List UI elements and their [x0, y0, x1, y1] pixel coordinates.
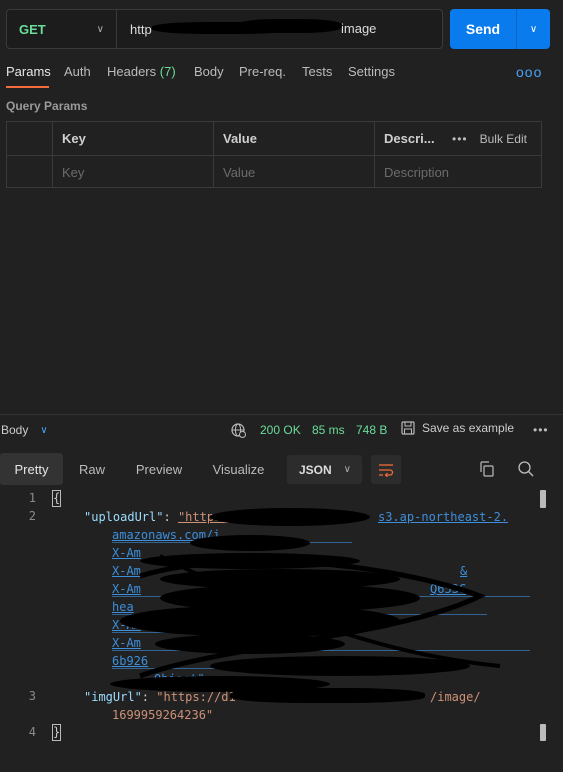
send-dropdown-button[interactable]: ∨	[517, 9, 550, 49]
bulk-edit-button[interactable]: Bulk Edit	[480, 132, 527, 146]
response-body-selector[interactable]: Body ∨	[1, 423, 48, 437]
format-select[interactable]: JSON ∨	[287, 455, 362, 484]
chevron-down-icon: ∨	[343, 464, 351, 475]
value-header: Value	[213, 122, 374, 155]
wrap-lines-button[interactable]	[371, 455, 401, 484]
headers-count: (7)	[159, 64, 176, 79]
line-number: 2	[28, 509, 36, 523]
redacted-url	[237, 19, 342, 33]
close-brace: }	[52, 724, 61, 741]
tab-pretty[interactable]: Pretty	[0, 453, 63, 485]
redaction-scribble	[110, 508, 501, 692]
line-number: 1	[28, 491, 36, 505]
url-input[interactable]: http image	[117, 10, 442, 48]
tab-headers[interactable]: Headers (7)	[107, 64, 176, 79]
img-url-key: "imgUrl"	[84, 690, 142, 704]
more-options-icon[interactable]: ooo	[516, 64, 542, 80]
save-as-example-label: Save as example	[422, 421, 515, 435]
img-url-value-tail[interactable]: /image/	[430, 689, 481, 706]
tab-preview[interactable]: Preview	[121, 453, 197, 485]
bulk-edit-area: ••• Bulk Edit	[452, 122, 527, 155]
description-header: Descri...	[374, 122, 442, 155]
send-button-group: Send ∨	[450, 9, 550, 49]
tab-body[interactable]: Body	[194, 64, 224, 79]
response-more-icon[interactable]: •••	[533, 423, 549, 437]
more-icon[interactable]: •••	[452, 132, 468, 146]
tab-headers-label: Headers	[107, 64, 157, 79]
method-select[interactable]: GET ∨	[7, 10, 117, 48]
request-tabs: Params Auth Headers (7) Body Pre-req. Te…	[0, 64, 563, 88]
line-number: 4	[28, 725, 36, 739]
description-input[interactable]: Description	[374, 156, 541, 188]
response-size[interactable]: 748 B	[356, 423, 387, 437]
query-params-title: Query Params	[6, 99, 88, 113]
tab-settings[interactable]: Settings	[348, 64, 395, 79]
key-input[interactable]: Key	[52, 156, 213, 188]
img-url-line: "imgUrl": "https://d1	[84, 690, 236, 704]
format-label: JSON	[299, 462, 332, 477]
search-icon[interactable]	[517, 460, 535, 478]
key-header: Key	[52, 122, 213, 155]
response-code-view[interactable]: 1 2 3 4 { "uploadUrl": "https: s3.ap-nor…	[0, 488, 546, 748]
params-header-row: Key Value Descri... ••• Bulk Edit	[7, 122, 541, 155]
checkbox-column	[7, 122, 52, 155]
redacted-img-url	[230, 688, 425, 703]
network-globe-icon[interactable]	[230, 422, 246, 438]
scrollbar-bottom[interactable]	[540, 724, 546, 741]
tab-tests[interactable]: Tests	[302, 64, 332, 79]
response-body-label: Body	[1, 423, 29, 437]
tab-auth[interactable]: Auth	[64, 64, 91, 79]
params-table: Key Value Descri... ••• Bulk Edit Key Va…	[6, 121, 542, 188]
img-url-value-start[interactable]: "https://d1	[156, 690, 235, 704]
request-bar: GET ∨ http image	[6, 9, 443, 49]
tab-params[interactable]: Params	[6, 64, 51, 79]
url-text-tail: image	[341, 21, 377, 36]
chevron-down-icon: ∨	[529, 23, 538, 35]
row-checkbox-cell	[7, 156, 52, 188]
status-code[interactable]: 200 OK	[260, 423, 301, 437]
url-text-start: http	[130, 21, 152, 37]
tab-prerequest[interactable]: Pre-req.	[239, 64, 286, 79]
open-brace: {	[52, 490, 61, 507]
copy-icon[interactable]	[478, 460, 496, 478]
line-number: 3	[28, 689, 36, 703]
chevron-down-icon: ∨	[40, 424, 48, 436]
method-label: GET	[19, 21, 46, 37]
wrap-lines-icon	[379, 463, 394, 477]
send-button[interactable]: Send	[450, 9, 517, 49]
chevron-down-icon: ∨	[96, 23, 104, 35]
response-time[interactable]: 85 ms	[312, 423, 345, 437]
save-icon	[401, 421, 415, 435]
params-empty-row: Key Value Description	[7, 155, 541, 188]
img-url-value-end[interactable]: 1699959264236"	[112, 707, 213, 724]
scrollbar-top[interactable]	[540, 490, 546, 508]
value-input[interactable]: Value	[213, 156, 374, 188]
tab-visualize[interactable]: Visualize	[197, 453, 280, 485]
save-as-example-button[interactable]: Save as example	[401, 421, 514, 435]
pane-divider[interactable]	[0, 414, 563, 415]
active-tab-indicator	[6, 86, 49, 88]
tab-raw[interactable]: Raw	[63, 453, 121, 485]
